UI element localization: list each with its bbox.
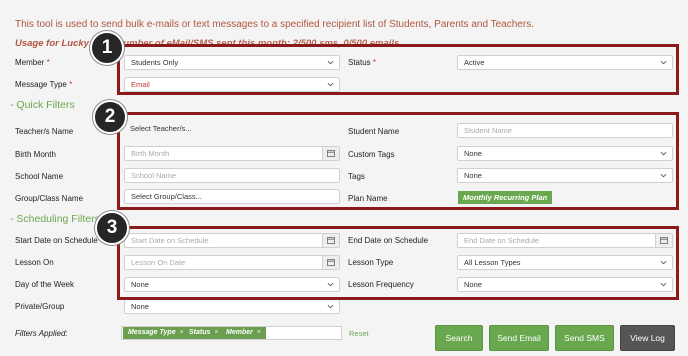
close-icon[interactable]: × [257, 329, 261, 336]
school-label: School Name [15, 172, 64, 181]
member-label: Member * [15, 58, 50, 67]
chevron-down-icon [327, 304, 334, 309]
send-email-button[interactable]: Send Email [489, 325, 549, 351]
filter-chip-message-type[interactable]: Message Type × [123, 327, 189, 339]
highlight-box-3 [117, 226, 679, 300]
day-of-week-label: Day of the Week [15, 280, 74, 289]
chip-label: Status [189, 329, 211, 336]
quick-filters-title: - Quick Filters [10, 99, 75, 111]
intro-text: This tool is used to send bulk e-mails o… [15, 19, 534, 30]
view-log-button[interactable]: View Log [620, 325, 675, 351]
private-group-value: None [131, 302, 149, 311]
filter-chip-status[interactable]: Status × [184, 327, 224, 339]
usage-prefix: Usage for Lucky S [15, 38, 98, 49]
group-label: Group/Class Name [15, 194, 84, 203]
step-badge-2: 2 [93, 100, 127, 134]
scheduling-filters-title: - Scheduling Filters [10, 213, 100, 225]
chip-label: Member [226, 329, 253, 336]
required-mark: * [46, 58, 50, 67]
filters-applied-label: Filters Applied: [15, 329, 68, 338]
highlight-box-2 [117, 112, 679, 210]
highlight-box-1 [117, 44, 679, 95]
start-date-label: Start Date on Schedule [15, 236, 98, 245]
search-button[interactable]: Search [435, 325, 483, 351]
teacher-label: Teacher/s Name [15, 127, 74, 136]
required-mark: * [69, 80, 73, 89]
close-icon[interactable]: × [214, 329, 218, 336]
filter-chip-member[interactable]: Member × [221, 327, 266, 339]
birth-month-label: Birth Month [15, 150, 56, 159]
send-sms-button[interactable]: Send SMS [555, 325, 614, 351]
private-group-label: Private/Group [15, 302, 65, 311]
step-badge-3: 3 [95, 211, 129, 245]
step-badge-1: 1 [90, 31, 124, 65]
chip-label: Message Type [128, 329, 176, 336]
member-label-text: Member [15, 58, 45, 67]
lesson-on-label: Lesson On [15, 258, 54, 267]
message-type-label-text: Message Type [15, 80, 67, 89]
message-type-label: Message Type * [15, 80, 72, 89]
private-group-select[interactable]: None [124, 299, 340, 314]
reset-link[interactable]: Reset [349, 329, 369, 338]
